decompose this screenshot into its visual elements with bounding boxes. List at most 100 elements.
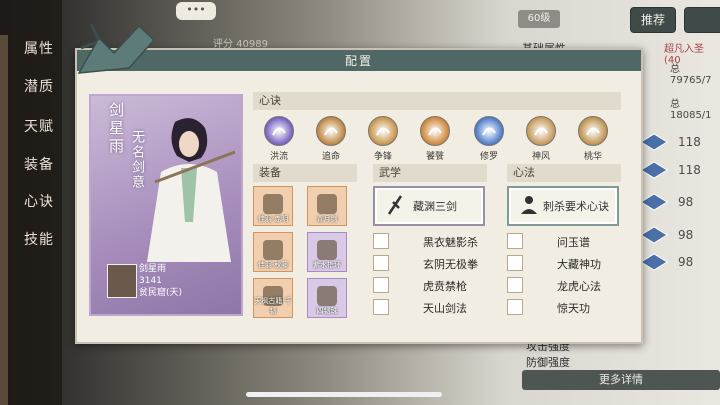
total-1: 总79765/7 xyxy=(670,64,712,86)
nav-item-potential[interactable]: 潜质 xyxy=(24,76,54,96)
stat-fist: 118 xyxy=(640,161,720,181)
xinjue-skill[interactable]: 桃华 xyxy=(573,116,613,162)
list-item-label: 黑衣魅影杀 xyxy=(423,236,478,249)
stat-focus: 98 xyxy=(640,253,720,273)
equipment-label: 紫水指环 xyxy=(313,261,341,269)
character-name: 剑星雨 xyxy=(107,102,125,156)
nav-item-equipment[interactable]: 装备 xyxy=(24,154,54,174)
list-item-label: 大藏神功 xyxy=(557,258,601,271)
modal-header: 配置 xyxy=(77,50,641,71)
martial-art-icon xyxy=(507,277,523,293)
equipment-label: 四韧珠 xyxy=(316,307,338,315)
stat-spear: 98 xyxy=(640,193,720,213)
xinjue-skill[interactable]: 饕餮 xyxy=(415,116,455,162)
list-item-label: 惊天功 xyxy=(557,302,590,315)
section-equip: 装备 xyxy=(253,164,357,182)
nav-item-talent[interactable]: 天赋 xyxy=(24,116,54,136)
martial-art-icon xyxy=(373,255,389,271)
skill-label: 追命 xyxy=(321,152,340,162)
wuxue-main-skill[interactable]: 藏渊三剑 xyxy=(373,186,485,226)
stat-sword: 118 xyxy=(640,133,720,153)
nav-item-attributes[interactable]: 属性 xyxy=(24,38,54,58)
diamond-icon xyxy=(640,133,668,151)
section-xinjue: 心诀 xyxy=(253,92,621,110)
xinfa-list-item[interactable]: 大藏神功 xyxy=(507,254,621,272)
nav-item-xinjue[interactable]: 心诀 xyxy=(24,191,54,211)
level-chip: 60级 xyxy=(518,10,560,28)
skill-label: 争锋 xyxy=(373,152,392,162)
recommend-button[interactable]: 推荐 xyxy=(630,7,676,33)
skill-icon xyxy=(420,116,450,146)
equipment-slot[interactable]: 紫水指环 xyxy=(307,232,347,272)
equipment-slot[interactable]: 青月剑 xyxy=(307,186,347,226)
skill-label: 洪流 xyxy=(269,152,288,162)
skill-label: 神风 xyxy=(531,152,550,162)
martial-art-icon xyxy=(373,299,389,315)
diamond-icon xyxy=(640,226,668,244)
diamond-icon xyxy=(640,253,668,271)
martial-art-icon xyxy=(373,277,389,293)
wuxue-list-item[interactable]: 天山剑法 xyxy=(373,298,487,316)
equipment-slot[interactable]: 佳羽·秋藤 xyxy=(253,232,293,272)
equipment-slot[interactable]: 四韧珠 xyxy=(307,278,347,318)
skill-icon xyxy=(526,116,556,146)
left-nav: 属性 潜质 天赋 装备 心诀 技能 xyxy=(0,0,62,405)
martial-art-icon xyxy=(373,233,389,249)
defense-label: 防御强度 xyxy=(526,356,570,369)
diamond-icon xyxy=(640,161,668,179)
character-figure xyxy=(147,118,236,262)
xinfa-main-skill[interactable]: 刺杀要术心诀 xyxy=(507,186,619,226)
xinjue-skill[interactable]: 洪流 xyxy=(259,116,299,162)
equipment-label: 天枫古籍·千韧 xyxy=(254,297,292,315)
list-item-label: 虎贲禁枪 xyxy=(423,280,467,293)
more-details-button[interactable]: 更多详情 xyxy=(522,370,720,390)
total-2: 总18085/1 xyxy=(670,99,712,121)
mini-power: 3141 xyxy=(139,276,162,286)
character-card[interactable]: 剑星雨 无名剑意 剑星雨 3141 贫民窟(天) xyxy=(89,94,243,316)
avatar xyxy=(107,264,137,298)
list-item-label: 问玉谱 xyxy=(557,236,590,249)
wuxue-list-item[interactable]: 玄阴无极拳 xyxy=(373,254,487,272)
martial-art-icon xyxy=(507,255,523,271)
mini-realm: 贫民窟(天) xyxy=(139,288,183,298)
list-item-label: 天山剑法 xyxy=(423,302,467,315)
chat-bubble[interactable]: ••• xyxy=(176,2,216,20)
skill-icon xyxy=(368,116,398,146)
equipment-slot[interactable]: 佳羽·赤明 xyxy=(253,186,293,226)
skill-label: 修罗 xyxy=(479,152,498,162)
xinfa-list-item[interactable]: 龙虎心法 xyxy=(507,276,621,294)
character-mini-card: 剑星雨 3141 贫民窟(天) xyxy=(107,264,209,308)
xinfa-list-item[interactable]: 问玉谱 xyxy=(507,232,621,250)
modal-title: 配置 xyxy=(344,54,373,68)
xinjue-skill[interactable]: 争锋 xyxy=(363,116,403,162)
wuxue-list-item[interactable]: 虎贲禁枪 xyxy=(373,276,487,294)
section-wuxue: 武学 xyxy=(373,164,487,182)
xinjue-skill[interactable]: 追命 xyxy=(311,116,351,162)
sword-ornament-icon xyxy=(77,23,156,74)
equipment-slot[interactable]: 天枫古籍·千韧 xyxy=(253,278,293,318)
equipment-label: 佳羽·赤明 xyxy=(257,215,289,223)
skill-label: 饕餮 xyxy=(425,152,444,162)
skill-label: 桃华 xyxy=(583,152,602,162)
mini-name: 剑星雨 xyxy=(139,264,167,274)
xinjue-skill[interactable]: 修罗 xyxy=(469,116,509,162)
stat-hidden-weapon: 98 xyxy=(640,226,720,246)
martial-art-icon xyxy=(507,233,523,249)
skill-icon xyxy=(316,116,346,146)
equipment-label: 佳羽·秋藤 xyxy=(257,261,289,269)
skill-icon xyxy=(474,116,504,146)
sword-skill-icon xyxy=(387,195,403,215)
list-item-label: 龙虎心法 xyxy=(557,280,601,293)
skill-icon xyxy=(578,116,608,146)
extra-button[interactable] xyxy=(684,7,720,33)
nav-strip xyxy=(0,35,8,405)
xinjue-skill[interactable]: 神风 xyxy=(521,116,561,162)
xinfa-list-item[interactable]: 惊天功 xyxy=(507,298,621,316)
equipment-label: 青月剑 xyxy=(316,215,338,223)
home-indicator xyxy=(246,392,442,397)
nav-item-skills[interactable]: 技能 xyxy=(24,229,54,249)
wuxue-list-item[interactable]: 黑衣魅影杀 xyxy=(373,232,487,250)
skill-icon xyxy=(264,116,294,146)
diamond-icon xyxy=(640,193,668,211)
config-modal: 配置 剑星雨 无名剑意 剑星雨 3141 贫民窟(天) 心诀 洪流 追命 争锋 饕餮 修… xyxy=(75,23,643,344)
